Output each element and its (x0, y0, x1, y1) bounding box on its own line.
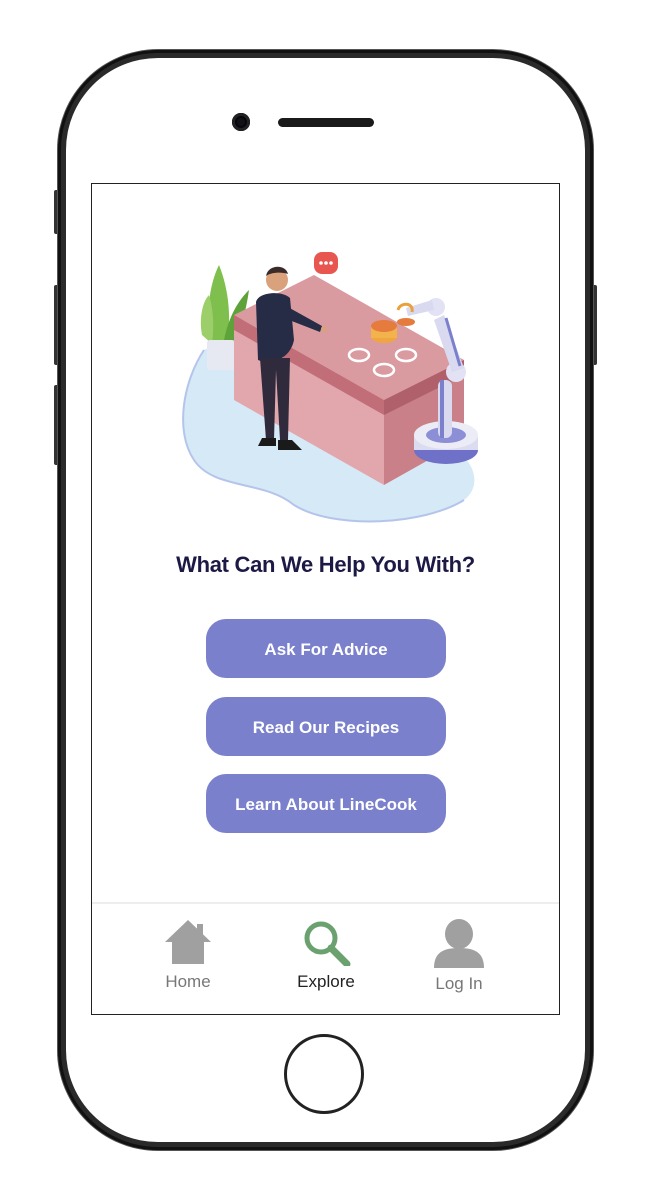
page-title: What Can We Help You With? (176, 552, 475, 577)
user-icon (434, 919, 484, 968)
kitchen-robot-illustration (182, 252, 478, 523)
tab-explore[interactable]: Explore (266, 918, 386, 1008)
learn-about-linecook-button[interactable]: Learn About LineCook (206, 774, 446, 833)
tab-home[interactable]: Home (128, 918, 248, 1008)
tab-log-in[interactable]: Log In (399, 918, 519, 1008)
home-icon (165, 920, 211, 964)
app-screen: What Can We Help You With? Ask For Advic… (91, 183, 560, 1015)
bottom-tab-bar: Home Explore Log In (92, 902, 559, 1014)
ask-for-advice-button[interactable]: Ask For Advice (206, 619, 446, 678)
read-our-recipes-button[interactable]: Read Our Recipes (206, 697, 446, 756)
tab-explore-label: Explore (297, 972, 355, 991)
tab-home-label: Home (165, 972, 211, 991)
tab-log-in-label: Log In (435, 974, 483, 993)
search-icon (304, 921, 351, 966)
phone-mockup: What Can We Help You With? Ask For Advic… (0, 0, 651, 1200)
hardware-home-button[interactable] (284, 1034, 364, 1114)
earpiece-speaker (278, 118, 374, 127)
front-camera (232, 113, 250, 131)
